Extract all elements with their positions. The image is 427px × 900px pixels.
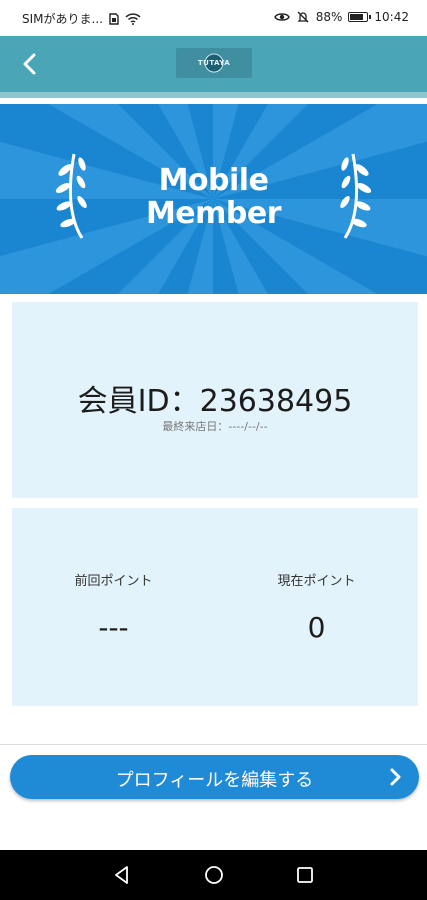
system-nav-bar — [0, 850, 427, 900]
wifi-icon — [125, 12, 141, 25]
banner-title-line1: Mobile — [158, 163, 269, 198]
edit-profile-button[interactable]: プロフィールを編集する — [10, 755, 419, 799]
member-id-card: 会員ID：23638495 最終来店日：----/--/-- — [12, 302, 418, 498]
status-left: SIMがありま... — [22, 10, 141, 27]
member-banner: Mobile Member — [0, 104, 427, 294]
points-card: 前回ポイント --- 現在ポイント 0 — [12, 508, 418, 706]
current-points: 現在ポイント 0 — [215, 570, 418, 644]
previous-points-label: 前回ポイント — [74, 574, 153, 589]
banner-title: Mobile Member — [0, 164, 427, 230]
edit-profile-label: プロフィールを編集する — [115, 770, 314, 791]
eye-comfort-icon — [273, 11, 290, 23]
home-icon[interactable] — [203, 864, 225, 886]
app-bar: TUTAYA — [0, 36, 427, 98]
divider — [0, 744, 427, 745]
battery-percent: 88% — [315, 10, 343, 24]
banner-title-line2: Member — [145, 196, 282, 231]
previous-points-value: --- — [98, 611, 129, 644]
chevron-left-icon — [23, 53, 36, 75]
bell-off-icon — [296, 10, 310, 24]
member-id: 会員ID：23638495 — [77, 384, 353, 419]
current-points-label: 現在ポイント — [277, 574, 356, 589]
status-right: 88% 10:42 — [273, 10, 409, 24]
back-icon[interactable] — [111, 864, 133, 886]
recents-icon[interactable] — [294, 864, 316, 886]
battery-icon — [348, 12, 372, 22]
logo-text: TUTAYA — [197, 59, 231, 67]
back-button[interactable] — [16, 50, 44, 78]
sim-icon — [109, 12, 119, 25]
status-bar: SIMがありま... 88% 10:42 — [0, 0, 427, 36]
clock: 10:42 — [374, 10, 409, 24]
current-points-value: 0 — [307, 611, 326, 644]
app-logo: TUTAYA — [176, 48, 252, 78]
last-visit-date: 最終来店日：----/--/-- — [162, 420, 268, 433]
carrier-text: SIMがありま... — [22, 12, 103, 26]
previous-points: 前回ポイント --- — [12, 570, 215, 644]
battery-fill — [350, 14, 364, 20]
chevron-right-icon — [390, 768, 401, 786]
